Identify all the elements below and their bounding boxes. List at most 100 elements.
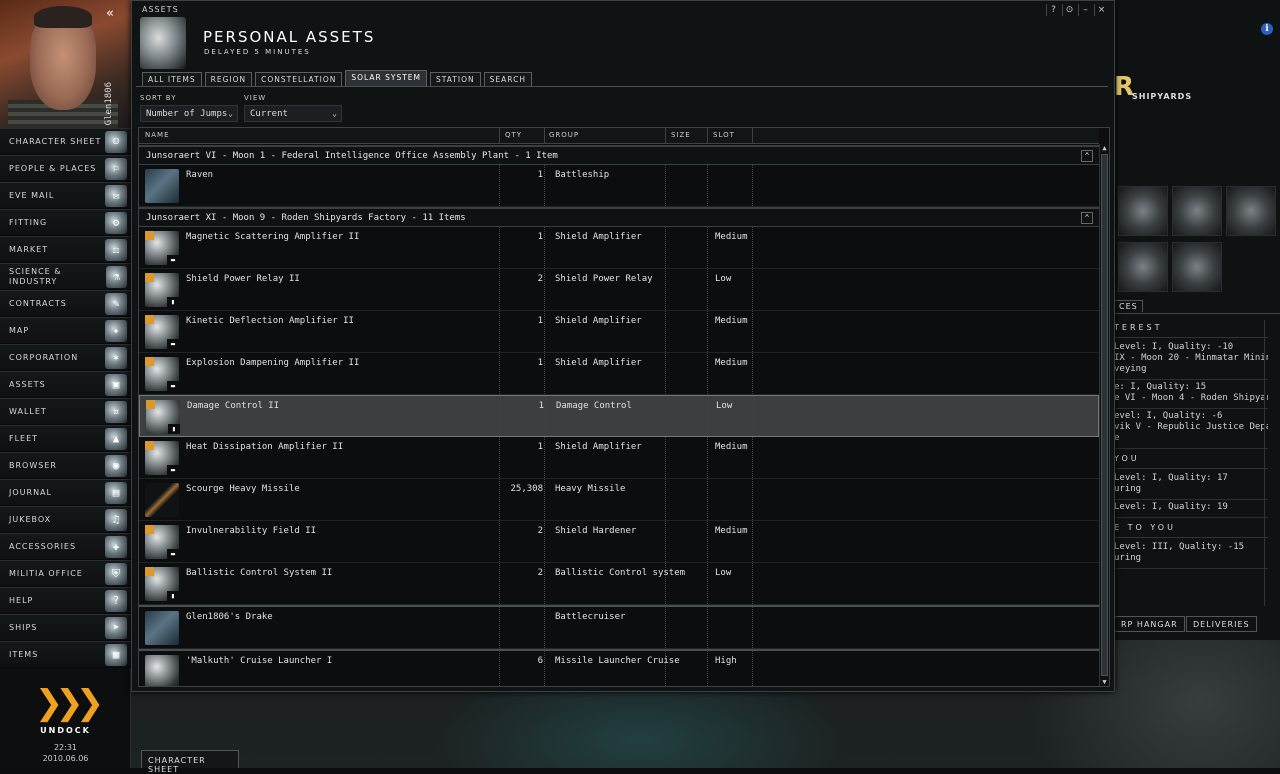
nav-item-journal[interactable]: JOURNAL ▤ — [0, 479, 131, 506]
minimize-button[interactable]: – — [1078, 4, 1092, 16]
item-slot: Medium — [715, 442, 748, 452]
station-tab-services[interactable]: CES — [1114, 300, 1143, 312]
agent-entry[interactable]: Level: I, Quality: 17 uring — [1114, 471, 1268, 500]
wallet-icon: ¤ — [105, 400, 127, 423]
table-row[interactable]: ▮ Damage Control II 1 Damage Control Low — [139, 395, 1099, 437]
column-name[interactable]: NAME — [145, 131, 170, 139]
group-header[interactable]: Junsoraert VI - Moon 1 - Federal Intelli… — [139, 145, 1099, 165]
table-row[interactable]: ▮ Ballistic Control System II 2 Ballistic C… — [139, 563, 1099, 605]
collapse-sidebar-icon[interactable]: « — [106, 6, 114, 21]
column-size[interactable]: SIZE — [671, 131, 691, 139]
item-slot: Low — [715, 568, 732, 578]
undock-button[interactable]: ❯❯❯ UNDOCK — [0, 672, 131, 742]
tab-all-items[interactable]: ALL ITEMS — [142, 72, 202, 86]
nav-item-wallet[interactable]: WALLET ¤ — [0, 398, 131, 425]
info-icon[interactable]: i — [1261, 23, 1273, 35]
nav-item-character-sheet[interactable]: CHARACTER SHEET ☺ — [0, 128, 131, 155]
service-icon-4[interactable] — [1118, 242, 1168, 292]
sort-by-label: SORT BY — [140, 94, 177, 102]
nav-item-contracts[interactable]: CONTRACTS ✎ — [0, 290, 131, 317]
militia-office-icon: ⛨ — [105, 562, 127, 585]
agent-entry[interactable]: evel: I, Quality: -6 vik V - Republic Jus… — [1114, 409, 1268, 449]
tab-station[interactable]: STATION — [430, 72, 481, 86]
column-resize-handle[interactable] — [499, 128, 500, 144]
agent-entry-line: Level: III, Quality: -15 — [1114, 542, 1245, 552]
table-scrollbar[interactable]: ▲ ▼ — [1099, 144, 1109, 686]
column-divider — [707, 437, 708, 478]
tab-solar-system[interactable]: SOLAR SYSTEM — [345, 70, 427, 86]
nav-item-jukebox[interactable]: JUKEBOX ♫ — [0, 506, 131, 533]
nav-item-browser[interactable]: BROWSER ◉ — [0, 452, 131, 479]
nav-item-fleet[interactable]: FLEET ▲ — [0, 425, 131, 452]
options-button[interactable]: ⊙ — [1062, 4, 1076, 16]
agent-entry[interactable]: e: I, Quality: 15 e VI - Moon 4 - Roden S… — [1114, 380, 1268, 409]
tab-region[interactable]: REGION — [204, 72, 253, 86]
service-icon-1[interactable] — [1118, 186, 1168, 236]
chevron-down-icon: ⌄ — [332, 109, 337, 118]
service-icon-5[interactable] — [1172, 242, 1222, 292]
corp-hangar-button[interactable]: RP HANGAR — [1114, 616, 1185, 632]
character-portrait[interactable]: « Glen1806 — [0, 0, 131, 128]
table-row[interactable]: ▮ Shield Power Relay II 2 Shield Power Rela… — [139, 269, 1099, 311]
item-group: Ballistic Control system — [555, 568, 686, 578]
nav-item-fitting[interactable]: FITTING ⚙ — [0, 209, 131, 236]
scroll-up-icon[interactable]: ▲ — [1100, 144, 1109, 152]
tab-search[interactable]: SEARCH — [483, 72, 532, 86]
nav-item-help[interactable]: HELP? — [0, 587, 131, 614]
nav-item-assets[interactable]: ASSETS ▣ — [0, 371, 131, 398]
scroll-down-icon[interactable]: ▼ — [1100, 678, 1109, 686]
nav-item-accessories[interactable]: ACCESSORIES ✚ — [0, 533, 131, 560]
table-row[interactable]: Scourge Heavy Missile 25,308 Heavy Missile — [139, 479, 1099, 521]
collapse-group-icon[interactable]: ⌃ — [1081, 150, 1093, 162]
nav-item-science-industry[interactable]: SCIENCE & INDUSTRY ⚗ — [0, 263, 131, 290]
column-resize-handle[interactable] — [707, 128, 708, 144]
column-group[interactable]: GROUP — [549, 131, 579, 139]
view-dropdown[interactable]: Current ⌄ — [244, 105, 342, 122]
nav-item-militia-office[interactable]: MILITIA OFFICE ⛨ — [0, 560, 131, 587]
table-row[interactable]: ▬ Kinetic Deflection Amplifier II 1 Shield … — [139, 311, 1099, 353]
service-icon-2[interactable] — [1172, 186, 1222, 236]
agent-entry[interactable]: Level: I, Quality: -10 IX - Moon 20 - Min… — [1114, 340, 1268, 380]
column-resize-handle[interactable] — [665, 128, 666, 144]
table-row[interactable]: ▬ Explosion Dampening Amplifier II 1 Shield… — [139, 353, 1099, 395]
table-row[interactable]: Raven 1 Battleship — [139, 165, 1099, 207]
column-slot[interactable]: SLOT — [713, 131, 735, 139]
table-row[interactable]: ▬ Invulnerability Field II 2 Shield Hardene… — [139, 521, 1099, 563]
scrollbar-thumb[interactable] — [1101, 154, 1108, 676]
table-row[interactable]: ▬ Magnetic Scattering Amplifier II 1 Shield… — [139, 227, 1099, 269]
column-qty[interactable]: QTY — [505, 131, 522, 139]
column-resize-handle[interactable] — [544, 128, 545, 144]
agent-entry-line: Level: I, Quality: 19 — [1114, 502, 1228, 512]
minimized-character-sheet-tab[interactable]: CHARACTER SHEET — [141, 750, 239, 774]
nav-item-people-places[interactable]: PEOPLE & PLACES ⚐ — [0, 155, 131, 182]
item-qty: 1 — [537, 442, 543, 452]
column-divider — [707, 165, 708, 206]
table-row[interactable]: 'Malkuth' Cruise Launcher I 6 Missile Laun… — [139, 651, 1099, 686]
item-slot: High — [715, 656, 737, 666]
nav-item-map[interactable]: MAP ✦ — [0, 317, 131, 344]
deliveries-button[interactable]: DELIVERIES — [1186, 616, 1257, 632]
column-resize-handle[interactable] — [752, 128, 753, 144]
nav-item-label: HELP — [9, 595, 34, 605]
close-button[interactable]: × — [1094, 4, 1108, 16]
collapse-group-icon[interactable]: ⌃ — [1081, 212, 1093, 224]
agents-scrollbar[interactable] — [1264, 320, 1273, 606]
nav-item-mail[interactable]: EVE MAIL ✉ — [0, 182, 131, 209]
nav-item-corporation[interactable]: CORPORATION ✶ — [0, 344, 131, 371]
group-header[interactable]: Junsoraert XI - Moon 9 - Roden Shipyards… — [139, 207, 1099, 227]
table-row[interactable]: Glen1806's Drake Battlecruiser — [139, 607, 1099, 649]
tab-constellation[interactable]: CONSTELLATION — [255, 72, 343, 86]
view-value: Current — [250, 109, 288, 119]
table-row[interactable]: ▬ Heat Dissipation Amplifier II 1 Shield Am… — [139, 437, 1099, 479]
view-label: VIEW — [244, 94, 267, 102]
agent-entry[interactable]: Level: III, Quality: -15 uring — [1114, 540, 1268, 569]
assets-icon: ▣ — [105, 373, 127, 396]
help-button[interactable]: ? — [1046, 4, 1060, 16]
nav-item-market[interactable]: MARKET ⚖ — [0, 236, 131, 263]
service-icon-3[interactable] — [1226, 186, 1276, 236]
nav-item-ships[interactable]: SHIPS ➤ — [0, 614, 131, 641]
item-name: Glen1806's Drake — [186, 612, 273, 622]
agent-entry[interactable]: Level: I, Quality: 19 — [1114, 500, 1268, 518]
nav-item-items[interactable]: ITEMS ▦ — [0, 641, 131, 668]
sort-by-dropdown[interactable]: Number of Jumps ⌄ — [140, 105, 238, 122]
